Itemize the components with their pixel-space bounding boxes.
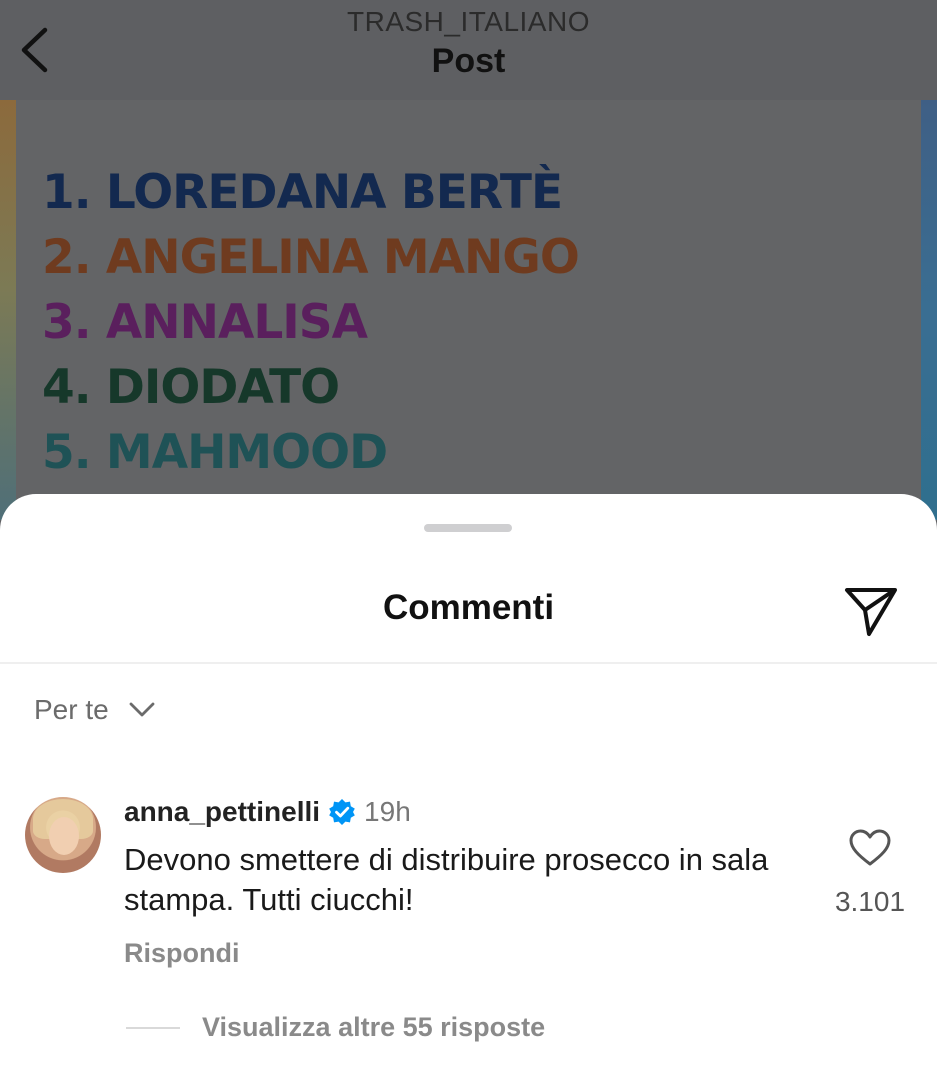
ranking-item: 3. ANNALISA <box>42 295 368 350</box>
send-icon <box>845 588 897 636</box>
ranking-item: 5. MAHMOOD <box>42 425 388 480</box>
post-image[interactable]: 1. LOREDANA BERTÈ 2. ANGELINA MANGO 3. A… <box>0 100 937 520</box>
chevron-down-icon <box>129 702 155 717</box>
comment-text: Devono smettere di distribuire prosecco … <box>124 842 769 917</box>
like-count: 3.101 <box>834 886 906 917</box>
comment-time: 19h <box>364 796 411 827</box>
heart-icon <box>849 829 891 866</box>
top-bar: TRASH_ITALIANO Post <box>0 0 937 100</box>
like-button[interactable] <box>848 828 892 868</box>
drag-handle[interactable] <box>424 524 512 532</box>
verified-badge-icon <box>329 799 355 825</box>
sort-label: Per te <box>34 694 109 725</box>
ranking-list: 1. LOREDANA BERTÈ 2. ANGELINA MANGO 3. A… <box>42 160 580 485</box>
divider <box>0 662 937 664</box>
comment-username[interactable]: anna_pettinelli <box>124 796 320 828</box>
sort-dropdown[interactable]: Per te <box>34 694 155 726</box>
sheet-title: Commenti <box>382 588 555 627</box>
view-replies-button[interactable]: Visualizza altre 55 risposte <box>202 1012 545 1043</box>
replies-divider <box>126 1027 180 1029</box>
ranking-item: 1. LOREDANA BERTÈ <box>42 165 563 220</box>
share-button[interactable] <box>843 582 899 638</box>
comment-header: anna_pettinelli 19h <box>124 796 411 828</box>
image-edge-left <box>0 100 16 520</box>
ranking-item: 4. DIODATO <box>42 360 340 415</box>
ranking-item: 2. ANGELINA MANGO <box>42 230 580 285</box>
comments-sheet: Commenti Per te anna_pettinelli 19h Devo… <box>0 494 937 1072</box>
avatar-face <box>49 817 79 855</box>
page-title: Post <box>431 42 506 80</box>
avatar[interactable] <box>25 797 101 873</box>
reply-button[interactable]: Rispondi <box>124 938 240 969</box>
account-name: TRASH_ITALIANO <box>347 6 590 37</box>
image-edge-right <box>921 100 937 520</box>
